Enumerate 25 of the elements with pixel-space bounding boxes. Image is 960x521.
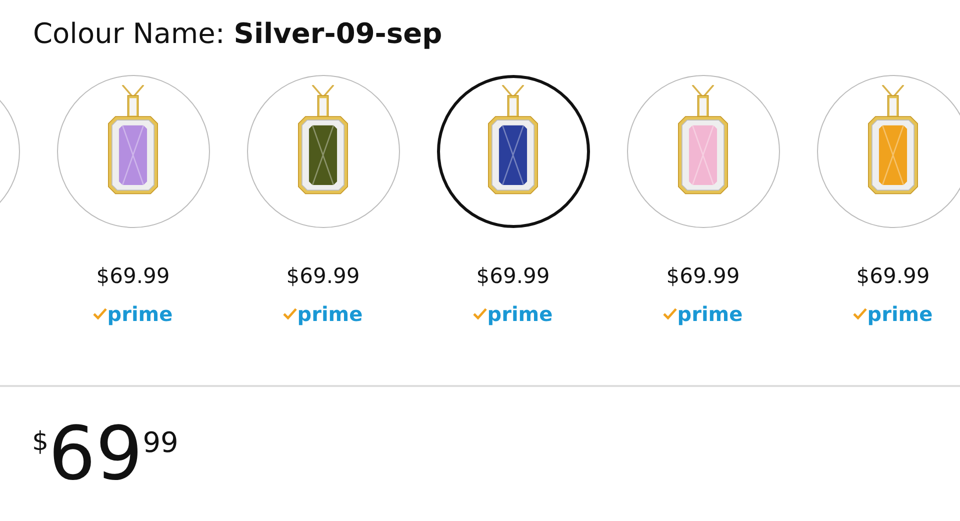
prime-label: prime bbox=[297, 302, 363, 326]
swatch-button[interactable] bbox=[816, 75, 960, 228]
variant-price: $69.99 bbox=[96, 263, 170, 290]
variant-price: $69.99 bbox=[476, 263, 550, 290]
swatch-button[interactable] bbox=[626, 75, 780, 228]
check-icon bbox=[663, 308, 678, 320]
price-fraction: 99 bbox=[142, 429, 178, 457]
swatch-button[interactable] bbox=[436, 75, 590, 228]
swatch-button[interactable] bbox=[56, 75, 210, 228]
colour-value: Silver-09-sep bbox=[234, 16, 442, 50]
prime-label: prime bbox=[867, 302, 933, 326]
check-icon bbox=[473, 308, 488, 320]
check-icon bbox=[283, 308, 298, 320]
currency-symbol: $ bbox=[32, 429, 49, 455]
variant-price: $69.99 bbox=[666, 263, 740, 290]
price-whole: 69 bbox=[48, 417, 143, 491]
variant-price: $69.99 bbox=[286, 263, 360, 290]
prime-label: prime bbox=[487, 302, 553, 326]
prime-label: prime bbox=[677, 302, 743, 326]
colour-label: Colour Name: bbox=[33, 16, 225, 50]
check-icon bbox=[93, 308, 108, 320]
swatch-button[interactable] bbox=[246, 75, 400, 228]
prime-label: prime bbox=[107, 302, 173, 326]
check-icon bbox=[853, 308, 868, 320]
variant-price: $69.99 bbox=[856, 263, 930, 290]
